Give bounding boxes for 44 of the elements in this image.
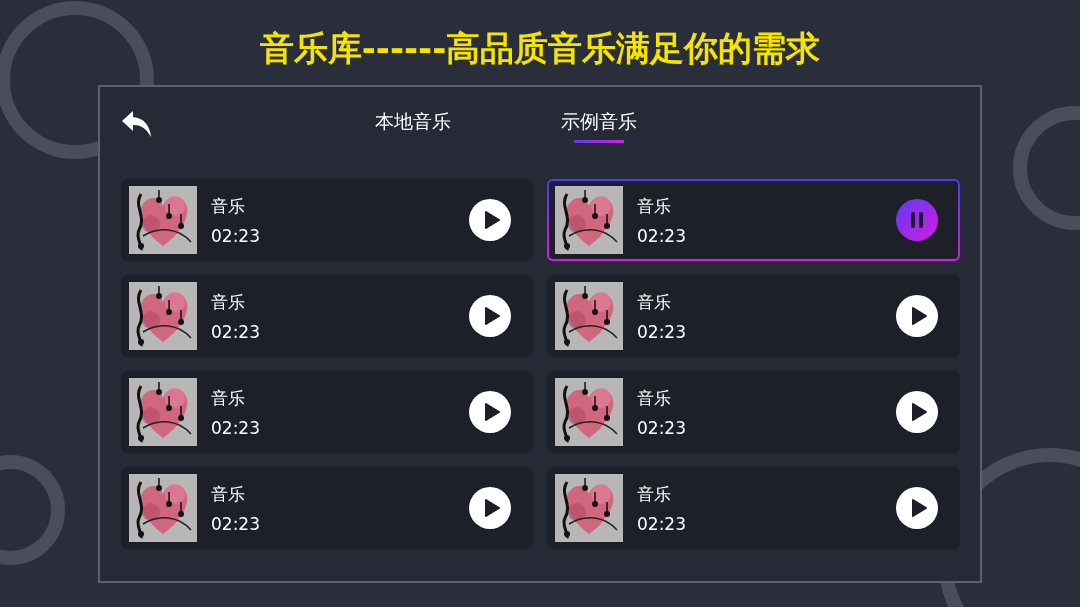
play-icon xyxy=(910,499,927,517)
track-card[interactable]: 音乐 02:23 xyxy=(121,371,533,453)
track-duration: 02:23 xyxy=(637,513,687,534)
track-card[interactable]: 音乐 02:23 xyxy=(547,371,960,453)
tab[interactable]: 示例音乐 xyxy=(561,103,637,147)
track-card[interactable]: 音乐 02:23 xyxy=(121,179,533,261)
track-duration: 02:23 xyxy=(211,225,261,246)
track-title: 音乐 xyxy=(211,290,246,314)
track-title: 音乐 xyxy=(637,482,672,506)
play-icon xyxy=(910,403,927,421)
play-button[interactable] xyxy=(469,391,511,433)
headline: 音乐库------高品质音乐满足你的需求 xyxy=(259,27,821,70)
track-card[interactable]: 音乐 02:23 xyxy=(121,275,533,357)
track-title: 音乐 xyxy=(637,194,672,218)
play-button[interactable] xyxy=(469,199,511,241)
play-button[interactable] xyxy=(896,487,938,529)
track-title: 音乐 xyxy=(637,386,672,410)
play-icon xyxy=(910,307,927,325)
track-title: 音乐 xyxy=(211,482,246,506)
play-icon xyxy=(483,499,500,517)
play-button[interactable] xyxy=(469,295,511,337)
track-title: 音乐 xyxy=(211,386,246,410)
play-icon xyxy=(483,403,500,421)
play-icon xyxy=(483,211,500,229)
track-card[interactable]: 音乐 02:23 xyxy=(547,467,960,549)
track-duration: 02:23 xyxy=(637,417,687,438)
track-duration: 02:23 xyxy=(211,513,261,534)
track-duration: 02:23 xyxy=(637,321,687,342)
play-button[interactable] xyxy=(896,295,938,337)
track-card[interactable]: 音乐 02:23 xyxy=(121,467,533,549)
play-button[interactable] xyxy=(896,391,938,433)
back-icon[interactable] xyxy=(122,111,152,137)
track-card[interactable]: 音乐 02:23 xyxy=(547,275,960,357)
track-duration: 02:23 xyxy=(211,321,261,342)
tab[interactable]: 本地音乐 xyxy=(375,103,451,147)
pause-button[interactable] xyxy=(896,199,938,241)
play-button[interactable] xyxy=(469,487,511,529)
track-duration: 02:23 xyxy=(211,417,261,438)
track-title: 音乐 xyxy=(211,194,246,218)
pause-icon xyxy=(910,212,924,228)
track-title: 音乐 xyxy=(637,290,672,314)
play-icon xyxy=(483,307,500,325)
track-card[interactable]: 音乐 02:23 xyxy=(547,179,960,261)
track-duration: 02:23 xyxy=(637,225,687,246)
